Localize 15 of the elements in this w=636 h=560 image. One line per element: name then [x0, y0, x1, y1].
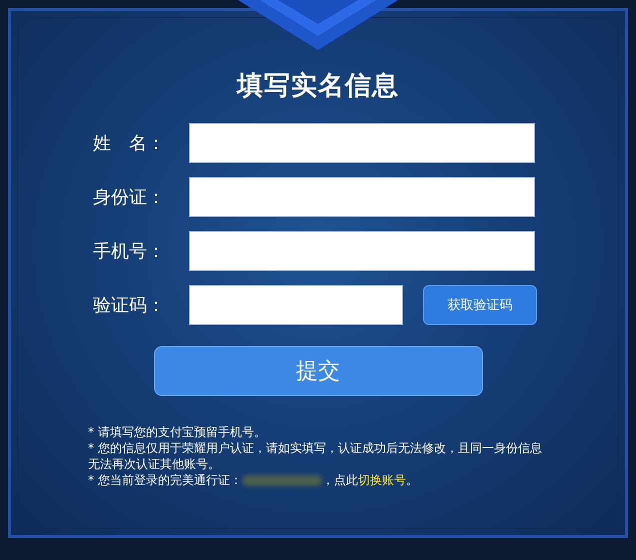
submit-button[interactable]: 提交 — [154, 346, 482, 396]
note-text: * 请填写您的支付宝预留手机号。 — [88, 424, 267, 440]
note-text: * 您当前登录的完美通行证： ，点此切换账号。 — [88, 472, 419, 488]
get-code-button[interactable]: 获取验证码 — [423, 285, 537, 325]
input-field[interactable] — [189, 231, 535, 271]
field-label: 姓 名： — [93, 132, 166, 155]
field-label: 验证码： — [93, 294, 166, 317]
input-field[interactable] — [189, 123, 535, 163]
input-field[interactable] — [189, 177, 535, 217]
field-label: 手机号： — [93, 240, 166, 263]
input-field[interactable] — [189, 285, 403, 325]
field-label: 身份证： — [93, 186, 166, 209]
form-title: 填写实名信息 — [237, 70, 399, 103]
switch-account-link[interactable]: 切换账号 — [358, 473, 406, 487]
note-text: * 您的信息仅用于荣耀用户认证，请如实填写，认证成功后无法修改，且同一身份信息无法再次认证其他账号。 — [88, 440, 543, 472]
